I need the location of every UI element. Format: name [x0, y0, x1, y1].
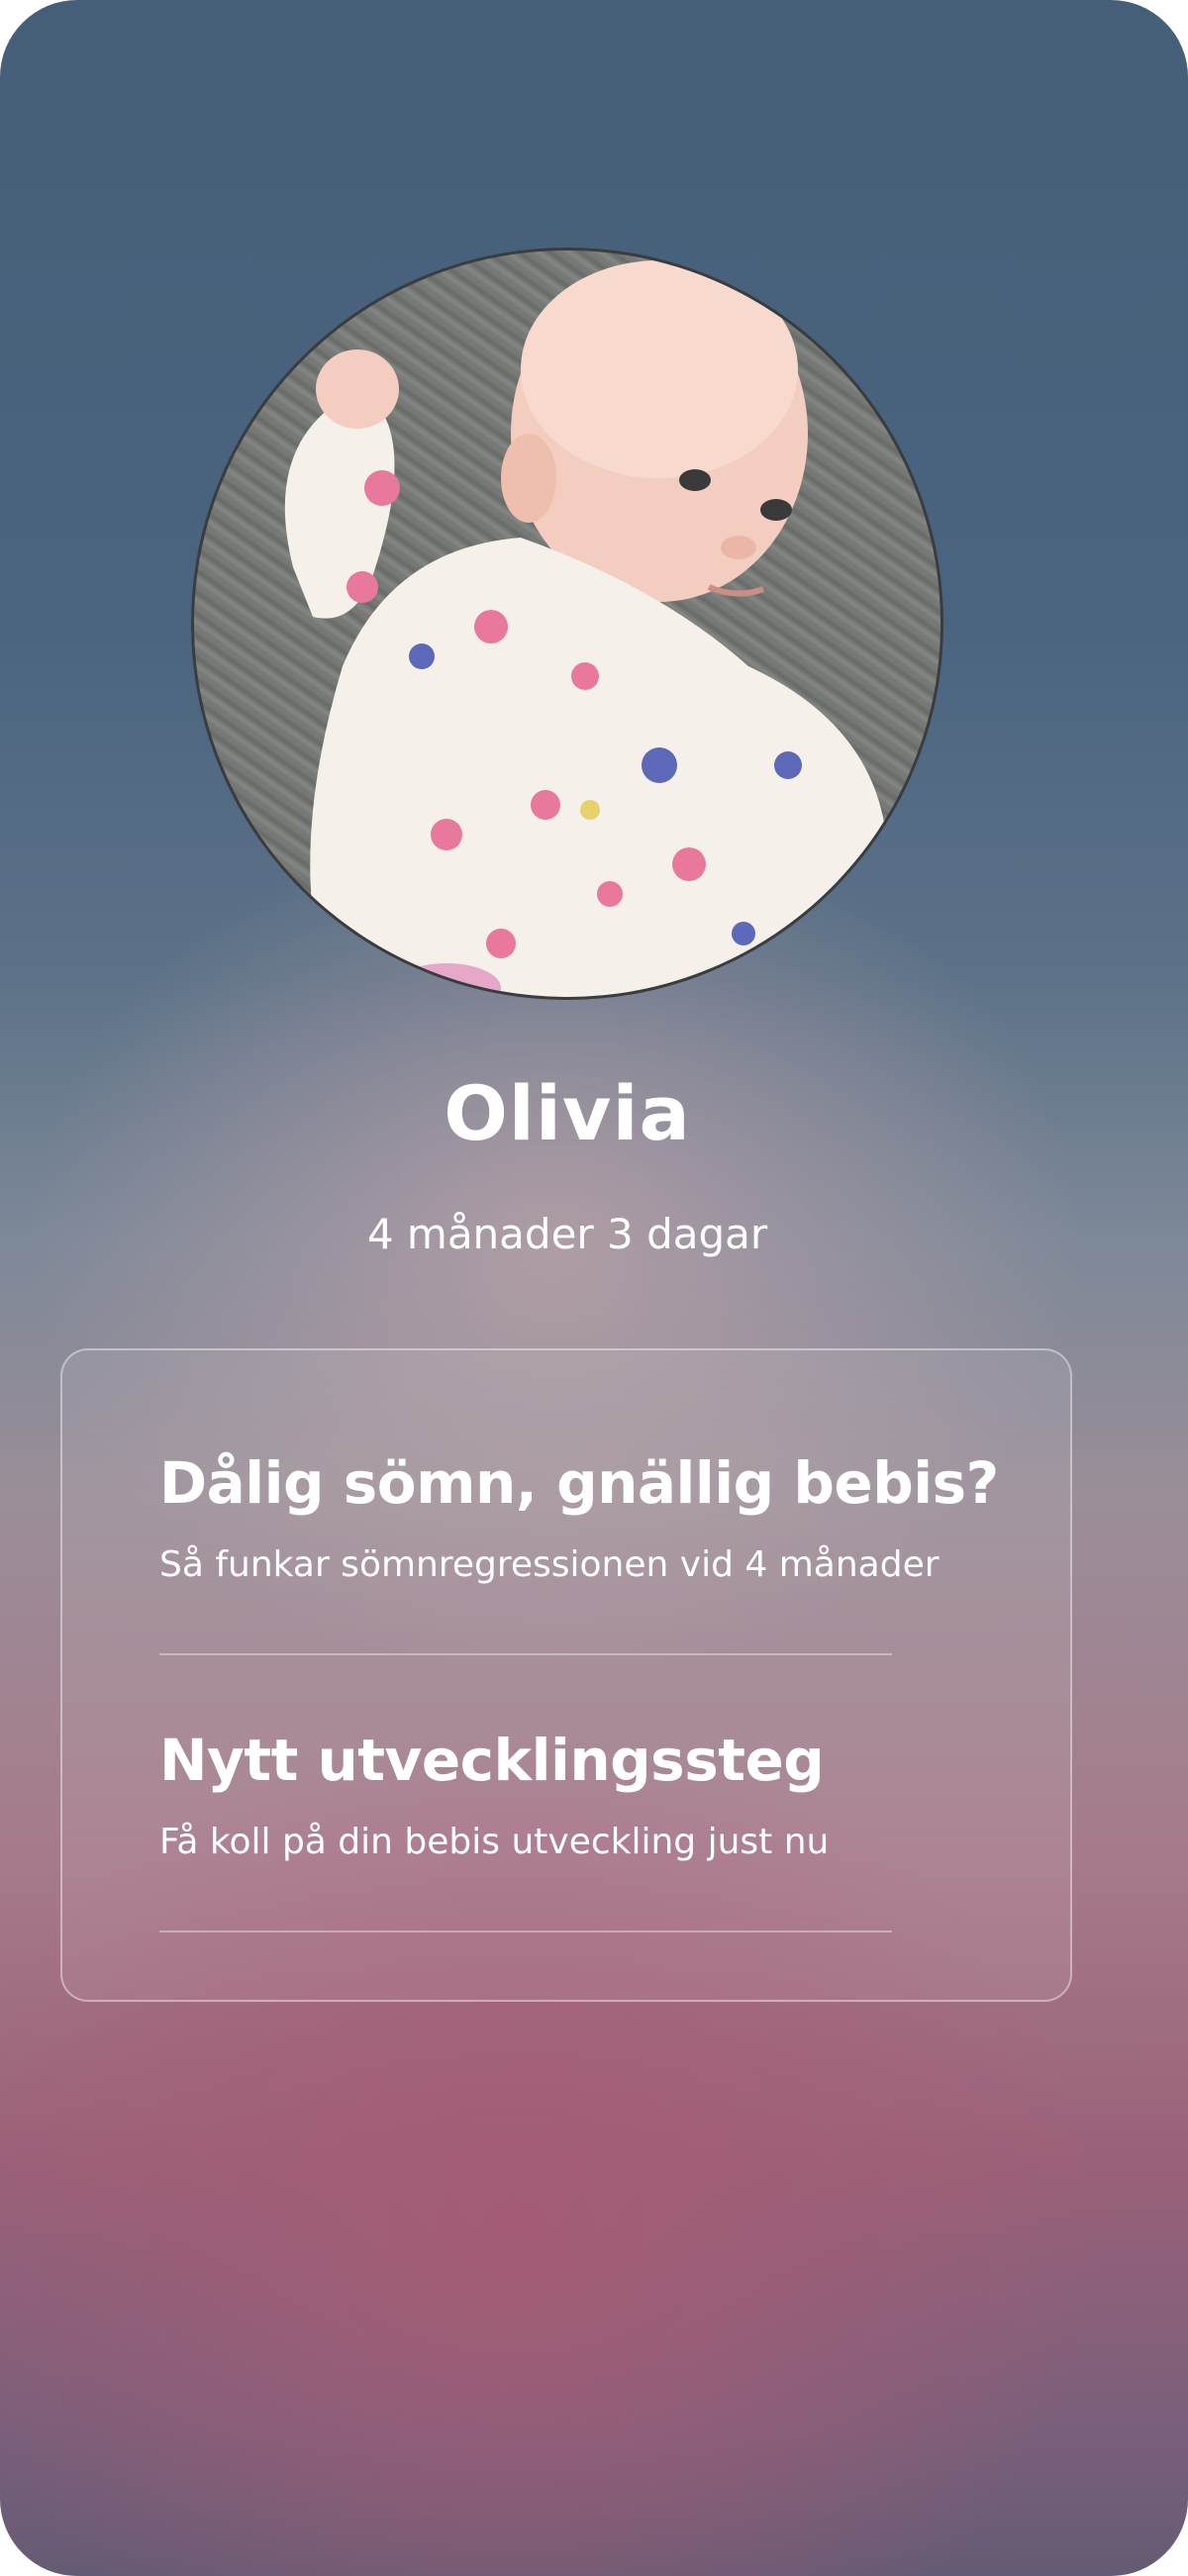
article-divider: [159, 1931, 892, 1932]
article-item-development-step[interactable]: Nytt utvecklingssteg Få koll på din bebi…: [159, 1727, 951, 1862]
article-divider: [159, 1653, 892, 1655]
child-age: 4 månader 3 dagar: [366, 1210, 768, 1258]
profile-photo: [191, 248, 943, 1000]
article-card: Dålig sömn, gnällig bebis? Så funkar söm…: [60, 1348, 1072, 2002]
article-item-sleep-regression[interactable]: Dålig sömn, gnällig bebis? Så funkar söm…: [159, 1449, 999, 1585]
article-subtitle: Få koll på din bebis utveckling just nu: [159, 1822, 830, 1862]
article-subtitle: Så funkar sömnregressionen vid 4 månader: [159, 1544, 940, 1585]
article-title: Dålig sömn, gnällig bebis?: [159, 1449, 999, 1517]
baby-photo-icon: [194, 250, 940, 997]
app-screen: Olivia 4 månader 3 dagar Dålig sömn, gnä…: [0, 0, 1188, 2576]
child-name: Olivia: [444, 1069, 691, 1157]
article-title: Nytt utvecklingssteg: [159, 1727, 825, 1794]
